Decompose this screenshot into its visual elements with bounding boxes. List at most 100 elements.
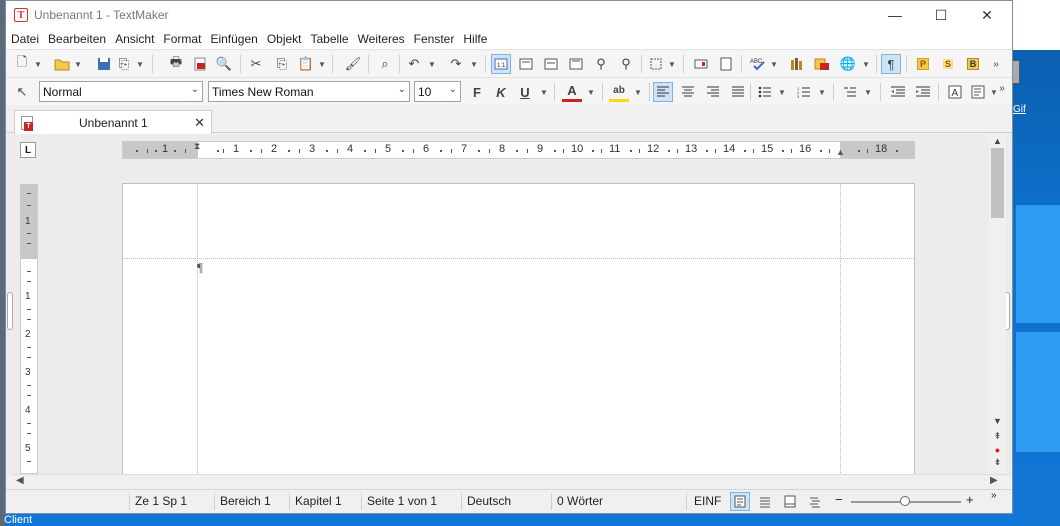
toolbar-overflow-icon[interactable]: » xyxy=(996,78,1008,98)
spell-check-icon[interactable]: ABC xyxy=(748,54,768,74)
textmaker-app-icon[interactable]: T xyxy=(14,8,28,22)
zoom-out-button[interactable]: − xyxy=(835,492,843,507)
maximize-button[interactable]: ☐ xyxy=(918,1,964,29)
frame-dropdown-arrow[interactable]: ▼ xyxy=(668,54,676,74)
open-dropdown-arrow[interactable]: ▼ xyxy=(74,54,82,74)
menu-ansicht[interactable]: Ansicht xyxy=(114,32,161,46)
web-globe-icon[interactable]: 🌐 xyxy=(838,54,858,74)
save-as-icon[interactable]: ⎘ xyxy=(114,54,134,74)
zoom-icon[interactable]: ⚲ xyxy=(591,54,611,74)
left-sidebar-handle[interactable] xyxy=(7,292,13,330)
zoom-in-button[interactable]: + xyxy=(966,492,974,507)
underline-button[interactable]: U xyxy=(515,82,535,102)
undo-dropdown-arrow[interactable]: ▼ xyxy=(428,54,436,74)
outline-view-icon[interactable] xyxy=(541,54,561,74)
paragraph-format-icon[interactable] xyxy=(968,82,988,102)
paste-icon[interactable]: 📋 xyxy=(296,54,316,74)
horizontal-scrollbar[interactable]: ◀ ▶ xyxy=(12,474,1010,488)
pilcrow-toggle-icon[interactable]: ¶ xyxy=(881,54,901,74)
first-line-indent-marker[interactable]: ⧗ xyxy=(194,141,200,152)
menu-objekt[interactable]: Objekt xyxy=(266,32,309,46)
bullet-list-icon[interactable] xyxy=(755,82,775,102)
zoom-page-icon[interactable]: ⚲ xyxy=(616,54,636,74)
menu-bearbeiten[interactable]: Bearbeiten xyxy=(47,32,113,46)
master-page-icon[interactable] xyxy=(566,54,586,74)
vertical-scroll-thumb[interactable] xyxy=(991,148,1004,218)
tab-stop-type-button[interactable]: L xyxy=(20,142,36,158)
document-page[interactable]: ¶ xyxy=(122,183,915,475)
header-footer-icon[interactable] xyxy=(716,54,736,74)
increase-indent-icon[interactable] xyxy=(913,82,933,102)
previous-page-icon[interactable]: ⇞ xyxy=(989,430,1006,443)
copy-icon[interactable]: ⎘ xyxy=(272,54,292,74)
menu-format[interactable]: Format xyxy=(162,32,208,46)
web-dropdown-arrow[interactable]: ▼ xyxy=(862,54,870,74)
tab-close-icon[interactable]: ✕ xyxy=(194,115,205,131)
decrease-indent-icon[interactable] xyxy=(888,82,908,102)
normal-view-icon[interactable]: 1:1 xyxy=(491,54,511,74)
menu-datei[interactable]: Datei xyxy=(10,32,46,46)
frame-icon[interactable] xyxy=(646,54,666,74)
menu-hilfe[interactable]: Hilfe xyxy=(462,32,494,46)
toolbar-overflow-icon[interactable]: » xyxy=(986,54,1006,74)
highlight-button[interactable]: ab xyxy=(609,82,629,102)
language-indicator[interactable]: Deutsch xyxy=(467,494,511,508)
right-indent-marker[interactable]: ▲ xyxy=(836,147,845,157)
font-size-select[interactable]: 10 ⌄ xyxy=(414,81,461,102)
format-painter-icon[interactable]: 🖌 xyxy=(343,54,363,74)
scroll-down-arrow[interactable]: ▼ xyxy=(989,414,1006,428)
normal-view-status-icon[interactable] xyxy=(730,492,750,511)
paste-dropdown-arrow[interactable]: ▼ xyxy=(318,54,326,74)
save-icon[interactable] xyxy=(94,54,114,74)
export-pdf-icon[interactable] xyxy=(190,54,210,74)
numbered-list-icon[interactable]: 123 xyxy=(794,82,814,102)
insert-mode-indicator[interactable]: EINF xyxy=(694,494,721,508)
form-field-icon[interactable] xyxy=(691,54,711,74)
library-icon[interactable] xyxy=(788,54,808,74)
menu-tabelle[interactable]: Tabelle xyxy=(310,32,356,46)
new-dropdown-arrow[interactable]: ▼ xyxy=(34,54,42,74)
document-tab[interactable]: Unbenannt 1 ✕ xyxy=(14,110,212,134)
minimize-button[interactable]: — xyxy=(872,1,918,29)
cut-icon[interactable]: ✂ xyxy=(246,54,266,74)
title-bar[interactable]: T Unbenannt 1 - TextMaker — ☐ ✕ xyxy=(6,1,1012,29)
page-view-icon[interactable] xyxy=(516,54,536,74)
bullet-dropdown-arrow[interactable]: ▼ xyxy=(778,82,786,102)
italic-button[interactable]: K xyxy=(491,82,511,102)
next-page-icon[interactable]: ⇟ xyxy=(989,456,1006,469)
chevron-down-icon[interactable]: ⌄ xyxy=(449,84,457,95)
chevron-down-icon[interactable]: ⌄ xyxy=(191,84,199,95)
align-right-icon[interactable] xyxy=(703,82,723,102)
undo-icon[interactable]: ↶ xyxy=(404,54,424,74)
vertical-ruler[interactable]: 1 1 2 3 4 5 xyxy=(20,184,38,474)
align-center-icon[interactable] xyxy=(678,82,698,102)
vertical-scrollbar[interactable]: ▲ ▼ ⇞ ● ⇟ xyxy=(989,134,1006,474)
font-color-dropdown-arrow[interactable]: ▼ xyxy=(587,82,595,102)
justify-icon[interactable] xyxy=(728,82,748,102)
numbering-dropdown-arrow[interactable]: ▼ xyxy=(818,82,826,102)
scroll-up-arrow[interactable]: ▲ xyxy=(989,134,1006,148)
desktop-client-label[interactable]: Client xyxy=(4,514,32,526)
basicmaker-icon[interactable]: B xyxy=(963,54,983,74)
zoom-slider-thumb[interactable] xyxy=(900,496,910,506)
horizontal-ruler[interactable]: 1 1 2 3 4 5 6 7 8 9 10 11 12 13 14 15 16… xyxy=(122,141,915,159)
draft-view-status-icon[interactable] xyxy=(805,492,825,511)
font-family-select[interactable]: Times New Roman ⌄ xyxy=(208,81,410,102)
planmaker-icon[interactable]: S xyxy=(938,54,958,74)
search-icon[interactable]: ⌕ xyxy=(375,54,395,74)
outline-dropdown-arrow[interactable]: ▼ xyxy=(864,82,872,102)
scroll-left-arrow[interactable]: ◀ xyxy=(16,475,24,486)
align-left-icon[interactable] xyxy=(653,82,673,102)
menu-fenster[interactable]: Fenster xyxy=(413,32,462,46)
desktop-gif-label[interactable]: Gif xyxy=(1013,104,1026,115)
redo-icon[interactable]: ↷ xyxy=(446,54,466,74)
statusbar-overflow-icon[interactable]: » xyxy=(991,490,997,501)
highlight-dropdown-arrow[interactable]: ▼ xyxy=(634,82,642,102)
pointer-icon[interactable]: ↖ xyxy=(12,82,32,102)
underline-dropdown-arrow[interactable]: ▼ xyxy=(540,82,548,102)
close-button[interactable]: ✕ xyxy=(964,1,1010,29)
font-color-button[interactable]: A xyxy=(562,82,582,102)
character-format-icon[interactable]: A xyxy=(945,82,965,102)
chevron-down-icon[interactable]: ⌄ xyxy=(398,84,406,95)
spell-dropdown-arrow[interactable]: ▼ xyxy=(770,54,778,74)
